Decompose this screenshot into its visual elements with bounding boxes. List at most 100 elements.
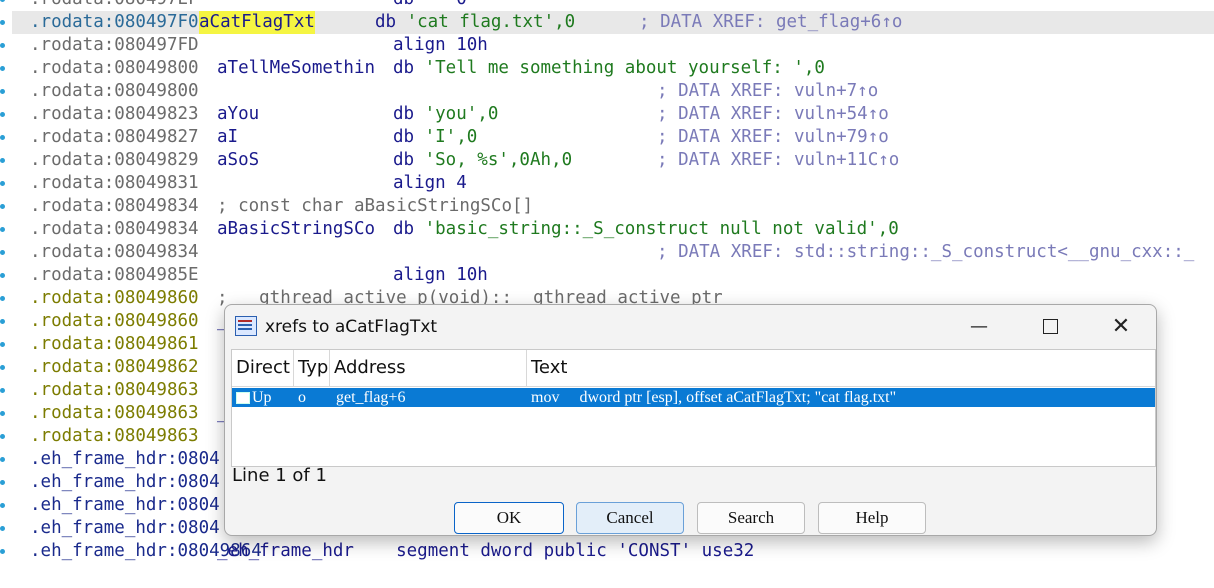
listing-line[interactable]: .rodata:08049831 align 4	[30, 172, 1214, 195]
minimize-button[interactable]: —	[959, 313, 999, 341]
breakpoint-dot-icon	[0, 0, 5, 2]
line-instruction: db 'basic_string::_S_construct null not …	[393, 218, 899, 241]
breakpoint-dot-icon	[0, 434, 5, 439]
line-instruction: db 'Tell me something about yourself: ',…	[393, 57, 825, 80]
listing-line[interactable]: .rodata:08049834 aBasicStringSCo db 'basic…	[30, 218, 1214, 241]
mnemonic: db	[393, 127, 425, 147]
listing-line[interactable]: .rodata:080497F0 aCatFlagTxt db 'cat flag.…	[12, 11, 1214, 34]
line-address: .rodata:080497FD	[30, 35, 199, 55]
breakpoint-dot-icon	[0, 480, 5, 485]
line-instruction: db 'cat flag.txt',0	[375, 11, 575, 34]
line-label[interactable]: aCatFlagTxt	[199, 11, 315, 34]
xrefs-window-icon	[235, 316, 257, 336]
help-button[interactable]: Help	[818, 502, 926, 534]
string-literal: 'So, %s',0Ah,0	[424, 150, 573, 170]
listing-line[interactable]: .rodata:080497EF db 0	[30, 0, 1214, 11]
breakpoint-dot-icon	[0, 135, 5, 140]
mnemonic: db	[393, 104, 425, 124]
line-instruction: db 'So, %s',0Ah,0	[393, 149, 572, 172]
line-instruction: db 0	[393, 0, 467, 11]
maximize-button[interactable]	[1031, 313, 1071, 341]
listing-line[interactable]: .rodata:08049800 ; DATA XREF: vuln+7↑o	[30, 80, 1214, 103]
line-address: .rodata:08049863	[30, 403, 199, 423]
line-label[interactable]: _eh_frame_hdr segment dword public 'CONS…	[217, 540, 754, 563]
breakpoint-dot-icon	[0, 227, 5, 232]
breakpoint-dot-icon	[0, 296, 5, 301]
mnemonic: db	[393, 219, 425, 239]
xref-comment[interactable]: ; DATA XREF: vuln+79↑o	[657, 126, 889, 149]
breakpoint-dot-icon	[0, 388, 5, 393]
listing-line[interactable]: .rodata:08049834 ; const char aBasicStrin…	[30, 195, 1214, 218]
mnemonic: db	[393, 150, 425, 170]
xref-comment[interactable]: ; DATA XREF: vuln+11C↑o	[657, 149, 899, 172]
breakpoint-dot-icon	[0, 181, 5, 186]
line-address: .eh_frame_hdr:0804	[30, 495, 220, 515]
listing-line[interactable]: .rodata:08049823 aYou db 'you',0 ; DATA XRE…	[30, 103, 1214, 126]
xref-comment[interactable]: ; DATA XREF: get_flag+6↑o	[639, 11, 902, 34]
breakpoint-dot-icon	[0, 66, 5, 71]
column-header-type[interactable]: Typ	[294, 350, 330, 386]
line-label[interactable]: aTellMeSomethin	[217, 57, 375, 80]
listing-line[interactable]: .rodata:0804985E align 10h	[30, 264, 1214, 287]
line-label[interactable]: ; const char aBasicStringSCo[]	[217, 195, 533, 218]
listing-line[interactable]: .rodata:080497FD align 10h	[30, 34, 1214, 57]
breakpoint-dot-icon	[0, 89, 5, 94]
table-row[interactable]: Up o get_flag+6 mov dword ptr [esp], off…	[232, 388, 1155, 407]
breakpoint-dot-icon	[0, 342, 5, 347]
breakpoint-dot-icon	[0, 112, 5, 117]
line-address: .rodata:08049823	[30, 104, 199, 124]
column-header-direction[interactable]: Direct	[232, 350, 294, 386]
line-address: .rodata:08049862	[30, 357, 199, 377]
column-header-address[interactable]: Address	[330, 350, 527, 386]
breakpoint-dot-icon	[0, 503, 5, 508]
listing-line[interactable]: .rodata:08049834 ; DATA XREF: std::string…	[30, 241, 1214, 264]
line-address: .eh_frame_hdr:0804	[30, 472, 220, 492]
breakpoint-dot-icon	[0, 549, 5, 554]
header-divider	[232, 386, 1155, 387]
line-label[interactable]: aYou	[217, 103, 259, 126]
close-button[interactable]: ✕	[1101, 313, 1141, 341]
column-header-text[interactable]: Text	[527, 350, 1155, 386]
line-address: .rodata:08049827	[30, 127, 199, 147]
line-label[interactable]: aBasicStringSCo	[217, 218, 375, 241]
line-instruction: align 10h	[393, 35, 488, 55]
listing-line[interactable]: .eh_frame_hdr:08049864 _eh_frame_hdr segm…	[30, 540, 1214, 563]
breakpoint-dot-icon	[0, 365, 5, 370]
row-address: get_flag+6	[336, 389, 406, 406]
breakpoint-dot-icon	[0, 204, 5, 209]
breakpoint-dot-icon	[0, 526, 5, 531]
dialog-title: xrefs to aCatFlagTxt	[265, 317, 438, 337]
line-address: .rodata:08049800	[30, 81, 199, 101]
xref-comment[interactable]: ; DATA XREF: vuln+54↑o	[657, 103, 889, 126]
line-address: .rodata:08049834	[30, 219, 199, 239]
line-address: .rodata:08049829	[30, 150, 199, 170]
dialog-title-bar[interactable]: xrefs to aCatFlagTxt — ✕	[225, 305, 1156, 349]
xrefs-table[interactable]: Direct Typ Address Text Up o get_flag+6 …	[231, 349, 1156, 467]
line-address: .rodata:08049860	[30, 311, 199, 331]
line-address: .eh_frame_hdr:0804	[30, 518, 220, 538]
line-label[interactable]: aI	[217, 126, 238, 149]
breakpoint-dot-icon	[0, 20, 5, 25]
cancel-button[interactable]: Cancel	[576, 502, 684, 534]
line-instruction: align 4	[393, 173, 467, 193]
line-address: .rodata:080497F0	[30, 12, 199, 32]
listing-gutter[interactable]	[0, 0, 12, 588]
line-instruction: align 10h	[393, 265, 488, 285]
line-address: .rodata:08049834	[30, 196, 199, 216]
line-address: .rodata:08049831	[30, 173, 199, 193]
breakpoint-dot-icon	[0, 250, 5, 255]
listing-line[interactable]: .rodata:08049800 aTellMeSomethin db 'Tell …	[30, 57, 1214, 80]
listing-line[interactable]: .rodata:08049829 aSoS db 'So, %s',0Ah,0 ; D…	[30, 149, 1214, 172]
mnemonic: db	[393, 58, 425, 78]
line-address: .eh_frame_hdr:0804	[30, 449, 220, 469]
listing-line[interactable]: .rodata:08049827 aI db 'I',0 ; DATA XREF: v…	[30, 126, 1214, 149]
breakpoint-dot-icon	[0, 411, 5, 416]
string-literal: 'Tell me something about yourself: ',0	[424, 58, 825, 78]
xref-comment[interactable]: ; DATA XREF: std::string::_S_construct<_…	[657, 241, 1194, 264]
xref-comment[interactable]: ; DATA XREF: vuln+7↑o	[657, 80, 878, 103]
search-button[interactable]: Search	[697, 502, 805, 534]
string-literal: 'I',0	[424, 127, 478, 147]
ok-button[interactable]: OK	[454, 502, 564, 534]
line-address: .rodata:080497EF	[30, 0, 199, 9]
line-label[interactable]: aSoS	[217, 149, 259, 172]
